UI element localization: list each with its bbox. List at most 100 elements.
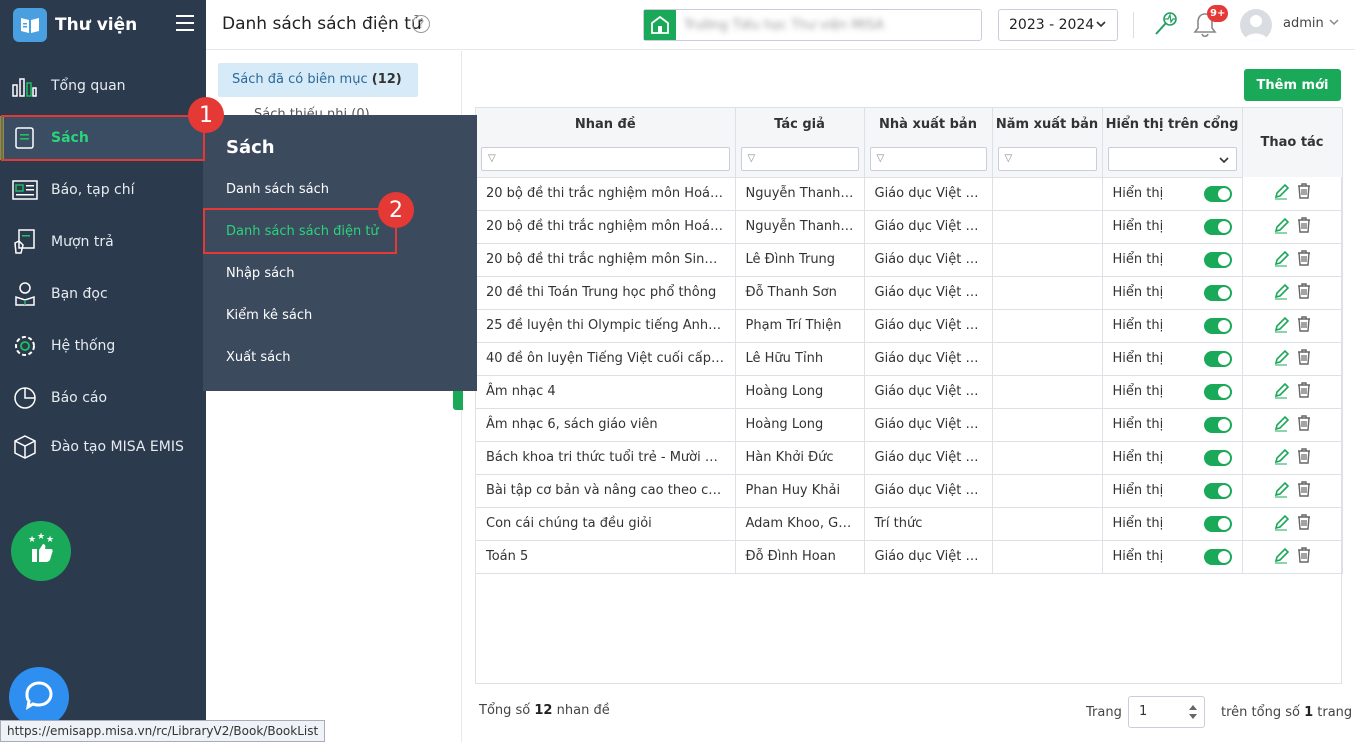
edit-icon[interactable] — [1273, 348, 1290, 370]
total-prefix: Tổng số — [479, 703, 531, 718]
table-row[interactable]: Con cái chúng ta đều giỏi Adam Khoo, Gary… — [476, 507, 1343, 541]
column-header-title[interactable]: Nhan đề — [476, 108, 736, 141]
school-year-select[interactable]: 2023 - 2024 — [998, 9, 1118, 41]
table-row[interactable]: Toán 5 Đỗ Đình Hoan Giáo dục Việt Nam Hiển … — [476, 540, 1343, 574]
table-row[interactable]: 40 đề ôn luyện Tiếng Việt cuối cấp Tiểu … — [476, 342, 1343, 376]
trash-icon[interactable] — [1297, 447, 1311, 468]
edit-icon[interactable] — [1273, 216, 1290, 238]
display-toggle[interactable] — [1203, 185, 1232, 202]
edit-icon[interactable] — [1273, 282, 1290, 304]
display-toggle[interactable] — [1203, 515, 1232, 532]
column-header-publisher[interactable]: Nhà xuất bản — [864, 108, 993, 141]
edit-icon[interactable] — [1273, 414, 1290, 436]
display-toggle[interactable] — [1203, 284, 1232, 301]
feedback-button[interactable]: ★ ★ ★ — [11, 521, 71, 581]
table-row[interactable]: Bài tập cơ bản và nâng cao theo chuyên đ… — [476, 474, 1343, 508]
edit-icon[interactable] — [1273, 249, 1290, 271]
display-toggle[interactable] — [1203, 251, 1232, 268]
sidebar-item-overview[interactable]: Tổng quan — [0, 64, 206, 108]
column-header-display[interactable]: Hiển thị trên cổng — [1102, 108, 1243, 141]
trash-icon[interactable] — [1297, 513, 1311, 534]
trash-icon[interactable] — [1297, 282, 1311, 303]
title-filter-input[interactable]: ▽ — [481, 146, 730, 171]
sidebar-item-training[interactable]: Đào tạo MISA EMIS — [0, 425, 206, 469]
table-row[interactable]: Âm nhạc 4 Hoàng Long Giáo dục Việt Nam Hiển… — [476, 375, 1343, 409]
panel-collapse-handle[interactable] — [453, 388, 463, 410]
edit-icon[interactable] — [1273, 447, 1290, 469]
display-label: Hiển thị — [1112, 483, 1164, 498]
publisher-filter-input[interactable]: ▽ — [869, 146, 987, 171]
display-label: Hiển thị — [1112, 252, 1164, 267]
cell-display: Hiển thị — [1102, 408, 1243, 442]
trash-icon[interactable] — [1297, 315, 1311, 336]
filter-cell: ▽ — [735, 141, 865, 178]
trash-icon[interactable] — [1297, 249, 1311, 270]
school-selector[interactable]: Trường Tiểu học Thư viện MISA — [643, 9, 982, 41]
submenu-item-book-list[interactable]: Danh sách sách — [226, 182, 329, 197]
author-filter-input[interactable]: ▽ — [740, 146, 859, 171]
display-toggle[interactable] — [1203, 383, 1232, 400]
column-header-author[interactable]: Tác giả — [735, 108, 865, 141]
sidebar-item-newspapers[interactable]: Báo, tạp chí — [0, 168, 206, 212]
edit-icon[interactable] — [1273, 315, 1290, 337]
table-row[interactable]: 25 đề luyện thi Olympic tiếng Anh Tiểu h… — [476, 309, 1343, 343]
activity-icon[interactable] — [1152, 10, 1180, 42]
edit-icon[interactable] — [1273, 546, 1290, 568]
display-toggle[interactable] — [1203, 317, 1232, 334]
cell-author: Phan Huy Khải — [735, 474, 865, 508]
filter-cell: ▽ — [992, 141, 1103, 178]
submenu-item-inventory[interactable]: Kiểm kê sách — [226, 308, 312, 323]
sidebar: Thư viện Tổng quan Sách Báo, tạp chí Mượ… — [0, 0, 206, 742]
sidebar-item-borrow[interactable]: Mượn trả — [0, 220, 206, 264]
help-icon[interactable]: ? — [412, 15, 430, 33]
table-row[interactable]: 20 bộ đề thi trắc nghiệm môn Sinh học Lê … — [476, 243, 1343, 277]
cell-display: Hiển thị — [1102, 441, 1243, 475]
edit-icon[interactable] — [1273, 480, 1290, 502]
trash-icon[interactable] — [1297, 183, 1311, 203]
sidebar-item-readers[interactable]: Bạn đọc — [0, 272, 206, 316]
trash-icon[interactable] — [1297, 348, 1311, 369]
display-toggle[interactable] — [1203, 218, 1232, 235]
sidebar-item-reports[interactable]: Báo cáo — [0, 376, 206, 420]
year-filter-input[interactable]: ▽ — [997, 146, 1097, 171]
sidebar-item-system[interactable]: Hệ thống — [0, 324, 206, 368]
chevron-down-icon[interactable] — [1328, 16, 1340, 32]
trash-icon[interactable] — [1297, 216, 1311, 237]
table-row[interactable]: 20 bộ đề thi trắc nghiệm môn Hoá học lớp… — [476, 210, 1343, 244]
header: Danh sách sách điện tử ? Trường Tiểu học… — [206, 0, 1355, 50]
submenu-item-import[interactable]: Nhập sách — [226, 266, 294, 281]
display-toggle[interactable] — [1203, 482, 1232, 499]
avatar[interactable] — [1240, 9, 1272, 41]
spinner-icon[interactable] — [1188, 703, 1198, 733]
category-item-catalogued[interactable]: Sách đã có biên mục (12) — [218, 63, 418, 97]
trash-icon[interactable] — [1297, 480, 1311, 501]
trash-icon[interactable] — [1297, 381, 1311, 402]
cell-display: Hiển thị — [1102, 243, 1243, 277]
edit-icon[interactable] — [1273, 513, 1290, 535]
edit-icon[interactable] — [1273, 182, 1290, 204]
menu-toggle-icon[interactable] — [176, 15, 194, 31]
display-toggle[interactable] — [1203, 416, 1232, 433]
table-row[interactable]: 20 đề thi Toán Trung học phổ thông Đỗ Tha… — [476, 276, 1343, 310]
add-new-button[interactable]: Thêm mới — [1244, 69, 1341, 101]
table-row[interactable]: Bách khoa tri thức tuổi trẻ - Mười vạn c… — [476, 441, 1343, 475]
chat-button[interactable] — [9, 667, 69, 727]
submenu-title: Sách — [226, 137, 275, 158]
display-toggle[interactable] — [1203, 548, 1232, 565]
cell-actions — [1242, 309, 1343, 343]
column-header-year[interactable]: Năm xuất bản — [992, 108, 1103, 141]
display-label: Hiển thị — [1112, 384, 1164, 399]
submenu-item-export[interactable]: Xuất sách — [226, 350, 290, 365]
table-row[interactable]: Âm nhạc 6, sách giáo viên Hoàng Long Giáo … — [476, 408, 1343, 442]
trash-icon[interactable] — [1297, 546, 1311, 567]
display-toggle[interactable] — [1203, 449, 1232, 466]
svg-text:★: ★ — [28, 535, 36, 545]
user-name[interactable]: admin — [1283, 16, 1324, 31]
edit-icon[interactable] — [1273, 381, 1290, 403]
display-filter-select[interactable] — [1107, 146, 1237, 171]
table-row[interactable]: 20 bộ đề thi trắc nghiệm môn Hoá học lớp… — [476, 177, 1343, 211]
trash-icon[interactable] — [1297, 414, 1311, 435]
page-number-input[interactable]: 1 — [1128, 696, 1205, 728]
filter-icon: ▽ — [1004, 153, 1013, 165]
display-toggle[interactable] — [1203, 350, 1232, 367]
